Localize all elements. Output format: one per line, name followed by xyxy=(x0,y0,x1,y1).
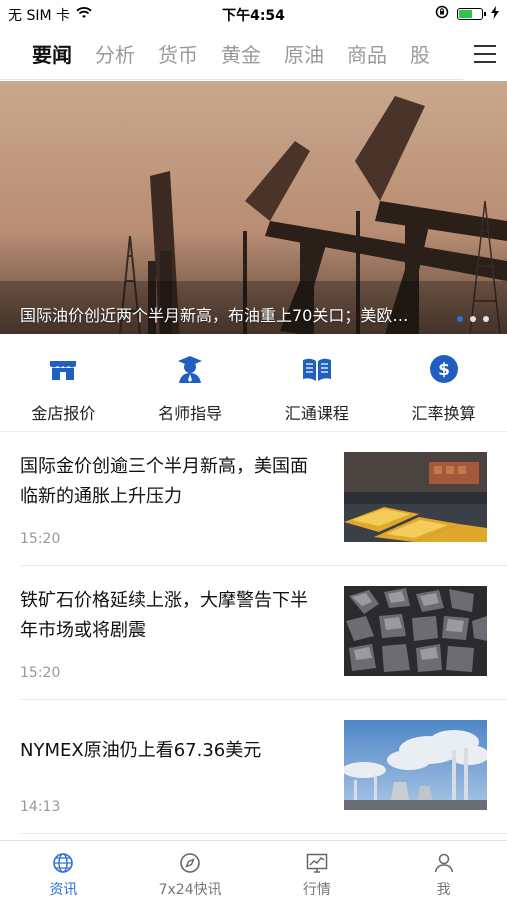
quick-entry-label: 汇率换算 xyxy=(411,404,476,423)
banner-carousel[interactable]: 国际油价创近两个半月新高，布油重上70关口；美欧… xyxy=(0,81,507,334)
orientation-lock-icon xyxy=(435,5,449,23)
nav-news[interactable]: 资讯 xyxy=(0,841,127,900)
tab-stocks[interactable]: 股 xyxy=(410,39,430,68)
nav-label: 资讯 xyxy=(49,882,78,898)
nav-label: 7x24快讯 xyxy=(158,882,222,898)
quick-entry-label: 金店报价 xyxy=(31,404,96,423)
compass-icon xyxy=(180,853,200,873)
news-item[interactable]: 铁矿石价格延续上涨，大摩警告下半年市场或将剧震 15:20 xyxy=(20,566,507,700)
gold-store-price-button[interactable]: 金店报价 xyxy=(0,334,127,431)
book-icon xyxy=(302,358,331,381)
teacher-icon xyxy=(178,356,203,383)
store-icon xyxy=(50,361,77,380)
carousel-dot xyxy=(483,316,489,322)
news-title: NYMEX原油仍上看67.36美元 xyxy=(20,740,262,761)
charging-icon xyxy=(491,5,499,23)
tab-crude-oil[interactable]: 原油 xyxy=(284,39,324,68)
nav-label: 我 xyxy=(436,882,451,898)
news-title: 国际金价创逾三个半月新高，美国面临新的通胀上升压力 xyxy=(20,456,308,507)
dollar-icon: $ xyxy=(429,355,458,383)
nav-label: 行情 xyxy=(302,882,331,898)
menu-icon[interactable] xyxy=(463,28,507,80)
svg-text:$: $ xyxy=(438,360,450,380)
news-item[interactable]: 国际金价创逾三个半月新高，美国面临新的通胀上升压力 15:20 xyxy=(20,432,507,566)
quick-entry-label: 汇通课程 xyxy=(284,404,349,423)
carousel-dot xyxy=(470,316,476,322)
banner-image xyxy=(0,81,507,334)
news-item[interactable]: NYMEX原油仍上看67.36美元 14:13 xyxy=(20,700,507,834)
news-title: 铁矿石价格延续上涨，大摩警告下半年市场或将剧震 xyxy=(20,590,308,641)
mentor-guidance-button[interactable]: 名师指导 xyxy=(127,334,254,431)
category-tabs: 要闻 分析 货币 黄金 原油 商品 股 xyxy=(0,28,507,80)
currency-converter-button[interactable]: $ 汇率换算 xyxy=(380,334,507,431)
quick-entry-label: 名师指导 xyxy=(158,404,223,423)
quick-entry-row: 金店报价 名师指导 汇通课程 $ 汇率换算 xyxy=(0,334,507,432)
news-time: 14:13 xyxy=(20,799,61,815)
courses-button[interactable]: 汇通课程 xyxy=(254,334,381,431)
bottom-navigation: 资讯 7x24快讯 行情 我 xyxy=(0,840,507,900)
news-time: 15:20 xyxy=(20,665,61,681)
nav-flash-news[interactable]: 7x24快讯 xyxy=(127,841,254,900)
globe-icon xyxy=(53,853,74,873)
chart-monitor-icon xyxy=(306,853,328,873)
news-time: 15:20 xyxy=(20,531,61,547)
user-icon xyxy=(434,853,453,873)
news-thumbnail xyxy=(344,452,487,542)
news-list: 国际金价创逾三个半月新高，美国面临新的通胀上升压力 15:20 铁矿石价格延续上… xyxy=(0,432,507,834)
carousel-dot xyxy=(457,316,463,322)
news-thumbnail xyxy=(344,720,487,810)
nav-market[interactable]: 行情 xyxy=(254,841,381,900)
news-thumbnail xyxy=(344,586,487,676)
tab-currency[interactable]: 货币 xyxy=(158,39,198,68)
banner-caption: 国际油价创近两个半月新高，布油重上70关口；美欧… xyxy=(20,306,409,325)
status-time: 下午4:54 xyxy=(222,8,285,24)
tab-headlines[interactable]: 要闻 xyxy=(32,39,72,68)
tab-analysis[interactable]: 分析 xyxy=(95,39,135,68)
carousel-indicator xyxy=(457,316,489,322)
battery-icon xyxy=(457,8,486,20)
tab-commodities[interactable]: 商品 xyxy=(347,39,387,68)
status-bar: 无 SIM 卡 下午4:54 xyxy=(0,0,507,28)
tab-gold[interactable]: 黄金 xyxy=(221,39,261,68)
nav-profile[interactable]: 我 xyxy=(380,841,507,900)
